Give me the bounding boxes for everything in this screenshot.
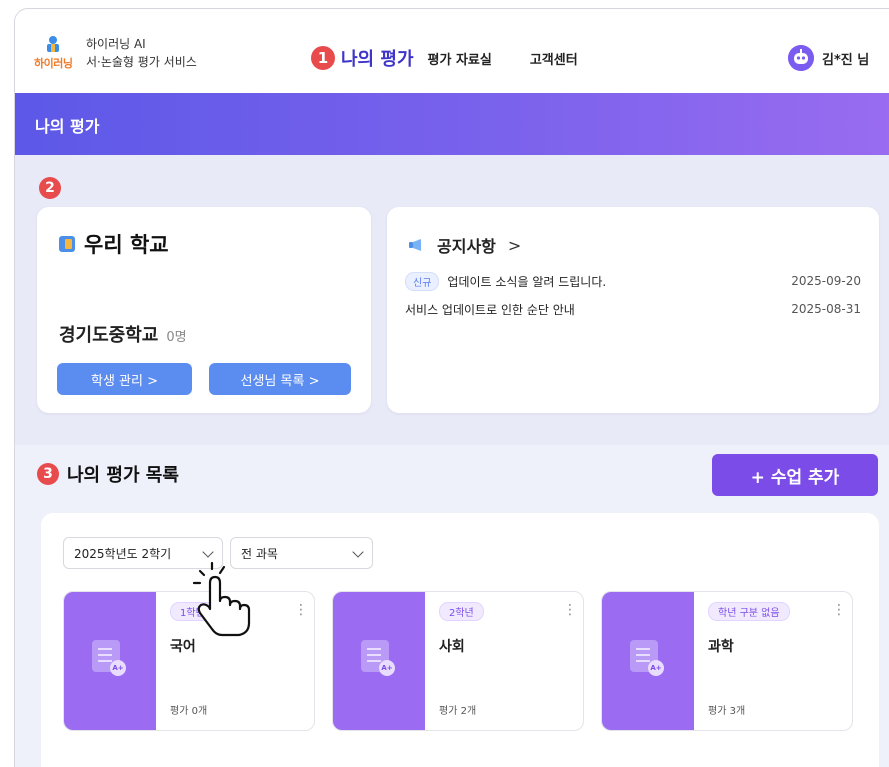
pointer-hand-icon (192, 561, 251, 637)
new-tag: 신규 (405, 271, 440, 291)
class-thumbnail: A+ (333, 592, 425, 730)
nav-item-support[interactable]: 고객센터 (530, 49, 578, 68)
assessment-count: 평가 2개 (439, 706, 477, 717)
page-banner: 나의 평가 (15, 93, 889, 155)
user-menu[interactable]: 김*진 님 (788, 45, 869, 71)
chevron-right-icon: > (507, 235, 522, 255)
student-count: 0명 (166, 330, 187, 345)
brand-line2: 서·논술형 평가 서비스 (86, 55, 197, 69)
notice-text: 업데이트 소식을 알려 드립니다. (447, 274, 607, 289)
notice-text: 서비스 업데이트로 인한 순단 안내 (405, 302, 575, 317)
more-vertical-icon[interactable]: ⋮ (294, 602, 308, 618)
brand-text: 하이러닝 AI 서·논술형 평가 서비스 (86, 35, 197, 71)
class-card[interactable]: A+ 2학년 ⋮ 사회 평가 2개 (332, 591, 584, 731)
assessment-list-panel: 2025학년도 2학기 전 과목 A+ 1학년 ⋮ 국어 평가 0개 A+ 2학… (41, 513, 879, 767)
notice-title: 공지사항 (437, 237, 496, 256)
grade-tag: 학년 구분 없음 (708, 602, 790, 621)
callout-badge-2: 2 (39, 177, 61, 199)
grade-tag: 2학년 (439, 602, 484, 621)
class-subject: 국어 (170, 639, 196, 655)
ai-badge-icon: A+ (110, 660, 126, 676)
main-nav: 1 나의 평가 평가 자료실 고객센터 (311, 43, 578, 73)
top-header: 하이러닝 하이러닝 AI 서·논술형 평가 서비스 1 나의 평가 평가 자료실… (15, 9, 889, 93)
page-title: 나의 평가 (35, 117, 100, 136)
class-subject: 사회 (439, 639, 465, 655)
book-icon (59, 236, 75, 252)
school-card-header: 우리 학교 (59, 229, 169, 259)
logo[interactable]: 하이러닝 (34, 35, 86, 75)
semester-select-value: 2025학년도 2학기 (74, 546, 172, 561)
megaphone-icon (409, 239, 421, 251)
ai-badge-icon: A+ (379, 660, 395, 676)
nav-item-my-assessment[interactable]: 나의 평가 (341, 45, 414, 71)
school-card-title: 우리 학교 (84, 233, 169, 257)
class-card[interactable]: A+ 학년 구분 없음 ⋮ 과학 평가 3개 (601, 591, 853, 731)
app-window: 하이러닝 하이러닝 AI 서·논술형 평가 서비스 1 나의 평가 평가 자료실… (14, 8, 889, 767)
callout-badge-1: 1 (311, 46, 335, 70)
assessment-list-header: 3 나의 평가 목록 (37, 461, 179, 487)
teacher-list-button[interactable]: 선생님 목록 > (209, 363, 351, 395)
notice-date: 2025-09-20 (791, 274, 861, 288)
logo-icon (47, 36, 59, 52)
more-vertical-icon[interactable]: ⋮ (563, 602, 577, 618)
notice-item[interactable]: 서비스 업데이트로 인한 순단 안내 2025-08-31 (405, 299, 861, 319)
class-subject: 과학 (708, 639, 734, 655)
nav-item-resources[interactable]: 평가 자료실 (428, 49, 492, 68)
chevron-down-icon (352, 546, 364, 558)
user-name: 김*진 님 (822, 52, 870, 68)
logo-wordmark: 하이러닝 (34, 57, 73, 70)
school-section: 2 우리 학교 경기도중학교 0명 학생 관리 > 선생님 목록 > 공지사항 … (15, 155, 889, 445)
ai-badge-icon: A+ (648, 660, 664, 676)
chevron-down-icon (202, 546, 214, 558)
add-class-button[interactable]: + 수업 추가 (712, 454, 878, 496)
assessment-count: 평가 3개 (708, 706, 746, 717)
notice-card: 공지사항 > 신규 업데이트 소식을 알려 드립니다. 2025-09-20 서… (387, 207, 879, 413)
notice-item[interactable]: 신규 업데이트 소식을 알려 드립니다. 2025-09-20 (405, 271, 861, 291)
assessment-list-title: 나의 평가 목록 (67, 465, 179, 486)
brand-line1: 하이러닝 AI (86, 37, 146, 51)
notice-header[interactable]: 공지사항 > (409, 233, 521, 257)
callout-badge-3: 3 (37, 463, 59, 485)
school-card: 우리 학교 경기도중학교 0명 학생 관리 > 선생님 목록 > (37, 207, 371, 413)
more-vertical-icon[interactable]: ⋮ (832, 602, 846, 618)
school-name: 경기도중학교 (59, 325, 159, 346)
assessment-count: 평가 0개 (170, 706, 208, 717)
class-thumbnail: A+ (64, 592, 156, 730)
school-info: 경기도중학교 0명 (59, 321, 187, 347)
class-thumbnail: A+ (602, 592, 694, 730)
robot-avatar-icon (788, 45, 814, 71)
notice-date: 2025-08-31 (791, 302, 861, 316)
student-management-button[interactable]: 학생 관리 > (57, 363, 192, 395)
